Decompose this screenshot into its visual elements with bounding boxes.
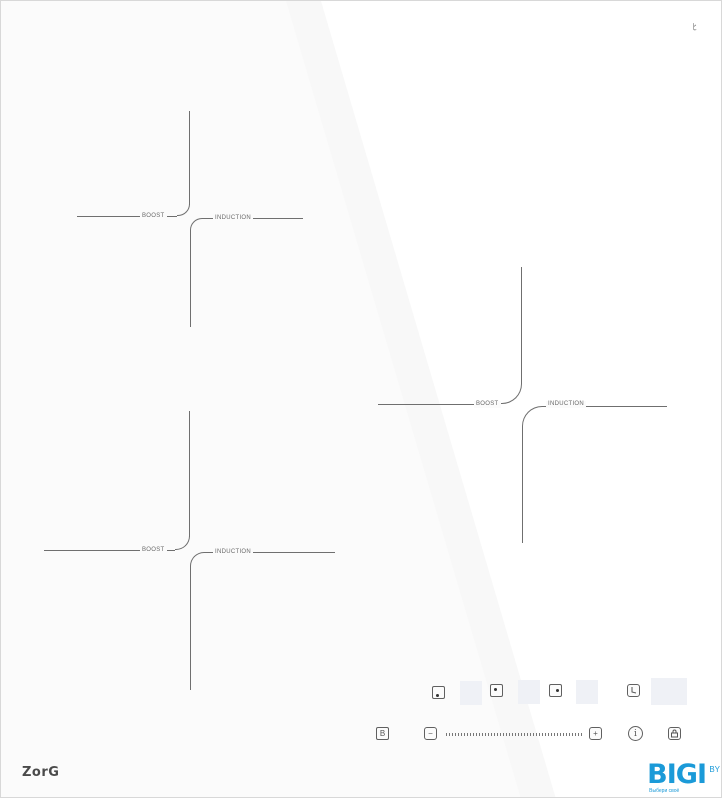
boost-label: BOOST	[140, 547, 167, 554]
zone-line-vertical-bottom	[190, 236, 191, 327]
zone-select-button-front-left[interactable]	[432, 686, 445, 699]
watermark-domain: BY	[709, 765, 720, 774]
zone-display-2	[518, 680, 540, 704]
watermark-logo: BIGI	[647, 759, 707, 790]
zone-position-dot-icon	[436, 694, 439, 697]
minus-button[interactable]: −	[424, 727, 437, 740]
zone-display-1	[460, 681, 482, 705]
zone-line-vertical-bottom	[522, 434, 523, 543]
corner-symbol: ﾋ	[692, 22, 697, 32]
lock-icon	[671, 729, 678, 738]
power-slider[interactable]	[446, 733, 582, 736]
zone-line-vertical-bottom	[190, 572, 191, 690]
info-icon: i	[634, 728, 637, 739]
glass-reflection	[286, 1, 721, 797]
clock-icon	[631, 687, 637, 694]
plus-button[interactable]: +	[589, 727, 602, 740]
zone-line-vertical-top	[189, 411, 190, 537]
brand-logo: ZorG	[22, 765, 60, 780]
boost-button[interactable]: B	[376, 727, 389, 740]
induction-label: INDUCTION	[213, 549, 254, 556]
induction-label: INDUCTION	[546, 401, 587, 408]
lock-button[interactable]	[668, 727, 681, 740]
induction-label: INDUCTION	[213, 215, 254, 222]
zone-line-vertical-top	[189, 111, 190, 205]
zone-select-button-rear-left[interactable]	[490, 684, 503, 697]
boost-label: BOOST	[474, 401, 501, 408]
zone-display-3	[576, 680, 598, 704]
zone-select-button-right[interactable]	[549, 684, 562, 697]
cooktop-panel: ﾋ BOOST INDUCTION BOOST INDUCTION BOOST …	[0, 0, 722, 798]
boost-label: BOOST	[140, 213, 167, 220]
timer-display	[651, 678, 687, 705]
zone-position-dot-icon	[556, 689, 559, 692]
site-watermark: BIGI BY Выбери своё	[647, 759, 720, 794]
zone-line-vertical-top	[521, 267, 522, 371]
timer-button[interactable]	[627, 684, 640, 697]
info-button[interactable]: i	[628, 726, 643, 741]
zone-position-dot-icon	[494, 688, 497, 691]
